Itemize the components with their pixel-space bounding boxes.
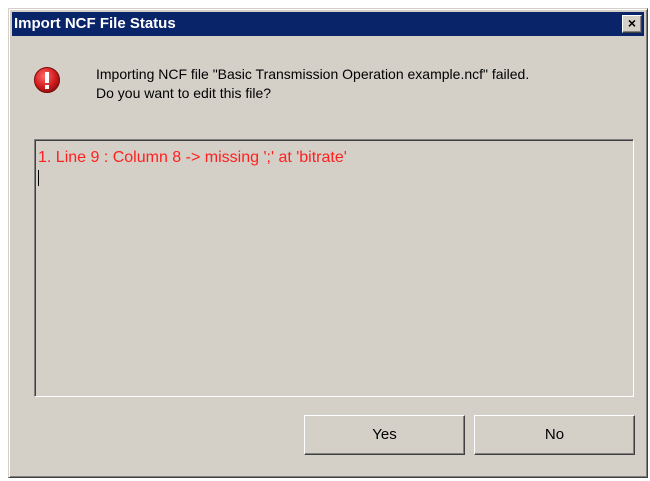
log-line: 1. Line 9 : Column 8 -> missing ';' at '… <box>38 149 347 166</box>
error-icon <box>34 67 60 93</box>
no-button[interactable]: No <box>474 415 635 455</box>
window-title: Import NCF File Status <box>14 15 176 32</box>
close-icon: × <box>627 15 637 31</box>
error-log-textarea[interactable]: 1. Line 9 : Column 8 -> missing ';' at '… <box>34 139 634 397</box>
close-button[interactable]: × <box>622 15 642 33</box>
message-line-1: Importing NCF file "Basic Transmission O… <box>96 66 530 82</box>
title-bar[interactable]: Import NCF File Status × <box>12 12 644 36</box>
text-caret <box>38 170 39 186</box>
message-line-2: Do you want to edit this file? <box>96 85 272 101</box>
yes-button[interactable]: Yes <box>304 415 465 455</box>
import-status-dialog: Import NCF File Status × Importing NCF f… <box>8 8 648 478</box>
message-text: Importing NCF file "Basic Transmission O… <box>96 65 529 103</box>
